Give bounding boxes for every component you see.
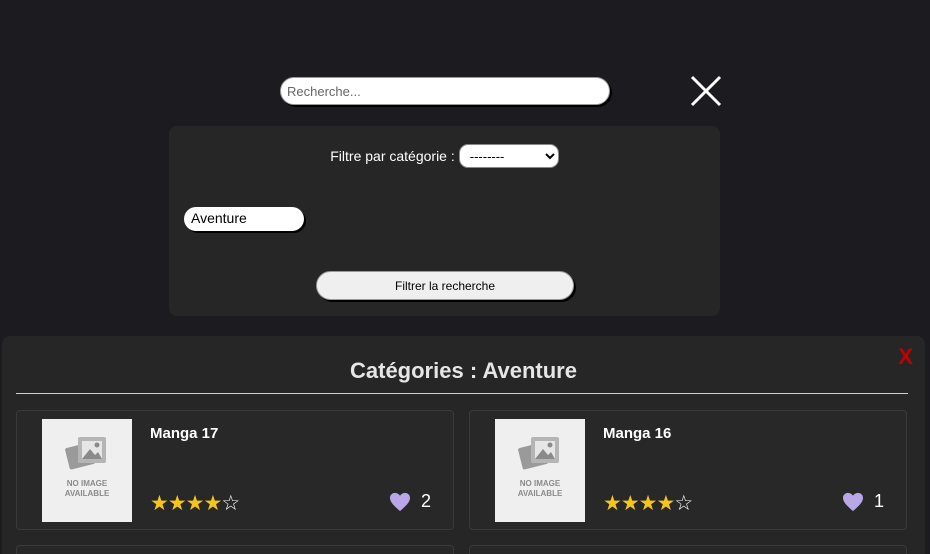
no-image-text: NO IMAGE AVAILABLE [517, 479, 563, 498]
star-filled-icon: ★ [603, 491, 622, 515]
like-count: 2 [420, 491, 431, 511]
filter-row: Filtre par catégorie : -------- [169, 144, 720, 168]
star-filled-icon: ★ [638, 491, 658, 515]
star-filled-icon: ★ [185, 491, 205, 515]
close-search-icon[interactable] [688, 74, 724, 108]
filter-label: Filtre par catégorie : [330, 148, 455, 164]
category-chip-aventure[interactable]: Aventure [184, 207, 304, 231]
like-button[interactable]: 1 [842, 491, 884, 512]
filter-panel: Filtre par catégorie : -------- Aventure… [169, 126, 720, 316]
category-select[interactable]: -------- [458, 144, 559, 168]
rating-stars: ★★★★☆ [150, 491, 240, 515]
star-filled-icon: ★ [167, 491, 187, 515]
star-empty-icon: ☆ [221, 491, 240, 515]
like-count: 1 [873, 491, 884, 511]
divider [16, 393, 908, 394]
rating-stars: ★★★★☆ [603, 491, 693, 515]
results-panel: X Catégories : Aventure NO IMAGE AVAILAB… [2, 336, 925, 554]
star-filled-icon: ★ [620, 491, 640, 515]
manga-card[interactable]: NO IMAGE AVAILABLE Manga 16 ★★★★☆ 1 [469, 410, 907, 530]
star-empty-icon: ☆ [674, 491, 693, 515]
star-filled-icon: ★ [203, 491, 222, 515]
search-input[interactable] [280, 77, 610, 105]
no-image-thumbnail: NO IMAGE AVAILABLE [42, 419, 132, 522]
heart-icon [842, 492, 863, 511]
image-placeholder-icon [65, 437, 106, 470]
manga-card[interactable] [16, 545, 454, 554]
manga-title[interactable]: Manga 17 [150, 425, 218, 442]
image-placeholder-icon [518, 437, 559, 470]
star-filled-icon: ★ [150, 491, 169, 515]
filter-submit-button[interactable]: Filtrer la recherche [316, 271, 574, 300]
like-button[interactable]: 2 [389, 491, 431, 512]
manga-title[interactable]: Manga 16 [603, 425, 671, 442]
manga-card[interactable]: NO IMAGE AVAILABLE Manga 17 ★★★★☆ 2 [16, 410, 454, 530]
no-image-thumbnail: NO IMAGE AVAILABLE [495, 419, 585, 522]
no-image-text: NO IMAGE AVAILABLE [64, 479, 110, 498]
heart-icon [389, 492, 410, 511]
manga-card[interactable] [469, 545, 907, 554]
results-title: Catégories : Aventure [350, 358, 577, 383]
star-filled-icon: ★ [656, 491, 675, 515]
